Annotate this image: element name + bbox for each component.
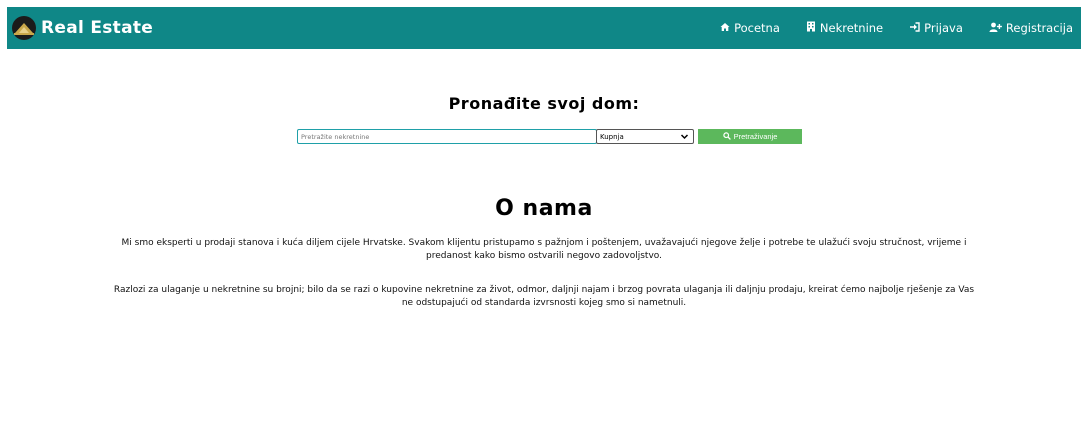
about-title: O nama bbox=[495, 196, 593, 221]
select-value: Kupnja bbox=[600, 132, 624, 141]
search-input[interactable] bbox=[297, 129, 597, 144]
about-paragraph: Razlozi za ulaganje u nekretnine su broj… bbox=[113, 285, 975, 308]
search-button-label: Pretraživanje bbox=[733, 132, 778, 141]
nav-item-label: Nekretnine bbox=[819, 21, 884, 35]
home-icon bbox=[720, 21, 730, 35]
nav-item-registracija[interactable]: Registracija bbox=[989, 21, 1073, 35]
nav-item-prijava[interactable]: Prijava bbox=[909, 21, 963, 35]
search-button[interactable]: Pretraživanje bbox=[698, 129, 802, 144]
nav-item-pocetna[interactable]: Pocetna bbox=[720, 21, 780, 35]
nav-links: Pocetna Nekretnine Prijava Registracija bbox=[694, 7, 1081, 49]
sign-in-icon bbox=[909, 21, 920, 35]
nav-item-label: Pocetna bbox=[734, 21, 780, 35]
brand-title: Real Estate bbox=[41, 18, 154, 38]
nav-item-label: Prijava bbox=[924, 21, 963, 35]
search-icon bbox=[722, 131, 731, 142]
user-plus-icon bbox=[989, 21, 1002, 35]
chevron-down-icon bbox=[680, 132, 689, 143]
logo-icon bbox=[12, 16, 36, 40]
nav-item-nekretnine[interactable]: Nekretnine bbox=[806, 21, 883, 35]
about-paragraph: Mi smo eksperti u prodaji stanova i kuća… bbox=[121, 238, 967, 261]
navbar: Real Estate Pocetna Nekretnine Prijava R… bbox=[7, 7, 1081, 49]
search-title: Pronađite svoj dom: bbox=[448, 94, 640, 113]
building-icon bbox=[806, 21, 816, 35]
nav-item-label: Registracija bbox=[1005, 21, 1073, 35]
brand[interactable]: Real Estate bbox=[12, 16, 153, 40]
transaction-type-select[interactable]: Kupnja bbox=[596, 129, 694, 144]
